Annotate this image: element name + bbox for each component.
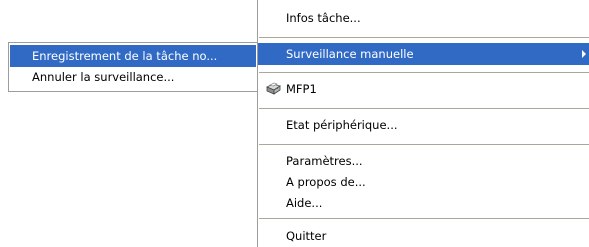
menu-item-label: MFP1	[286, 82, 317, 96]
menu-item-surveillance-manuelle[interactable]: Surveillance manuelle	[258, 43, 589, 65]
menu-item-etat-peripherique[interactable]: Etat périphérique...	[258, 114, 589, 136]
menu-item-label: Aide...	[286, 196, 323, 210]
menu-separator	[259, 144, 589, 145]
submenu-item-enregistrement[interactable]: Enregistrement de la tâche no...	[10, 45, 256, 67]
menu-item-a-propos[interactable]: A propos de...	[258, 171, 589, 193]
submenu-item-label: Enregistrement de la tâche no...	[32, 49, 218, 63]
printer-icon	[264, 81, 282, 97]
context-menu: Infos tâche... Surveillance manuelle MFP…	[257, 0, 589, 247]
menu-separator	[259, 72, 589, 73]
menu-separator	[259, 37, 589, 38]
menu-separator	[259, 108, 589, 109]
menu-item-quitter[interactable]: Quitter	[258, 225, 589, 247]
menu-item-parametres[interactable]: Paramètres...	[258, 150, 589, 172]
menu-separator	[259, 218, 589, 219]
submenu-surveillance: Enregistrement de la tâche no... Annuler…	[8, 42, 258, 92]
menu-item-device[interactable]: MFP1	[258, 78, 589, 100]
menu-item-label: Paramètres...	[286, 154, 363, 168]
submenu-item-annuler[interactable]: Annuler la surveillance...	[10, 66, 256, 88]
menu-item-label: Etat périphérique...	[286, 118, 398, 132]
submenu-arrow-icon	[582, 50, 586, 58]
menu-item-label: Quitter	[286, 229, 327, 243]
menu-item-infos-tache[interactable]: Infos tâche...	[258, 7, 589, 29]
menu-item-label: Infos tâche...	[286, 11, 361, 25]
menu-item-aide[interactable]: Aide...	[258, 192, 589, 214]
menu-item-label: A propos de...	[286, 175, 366, 189]
menu-item-label: Surveillance manuelle	[286, 47, 414, 61]
submenu-item-label: Annuler la surveillance...	[32, 70, 175, 84]
